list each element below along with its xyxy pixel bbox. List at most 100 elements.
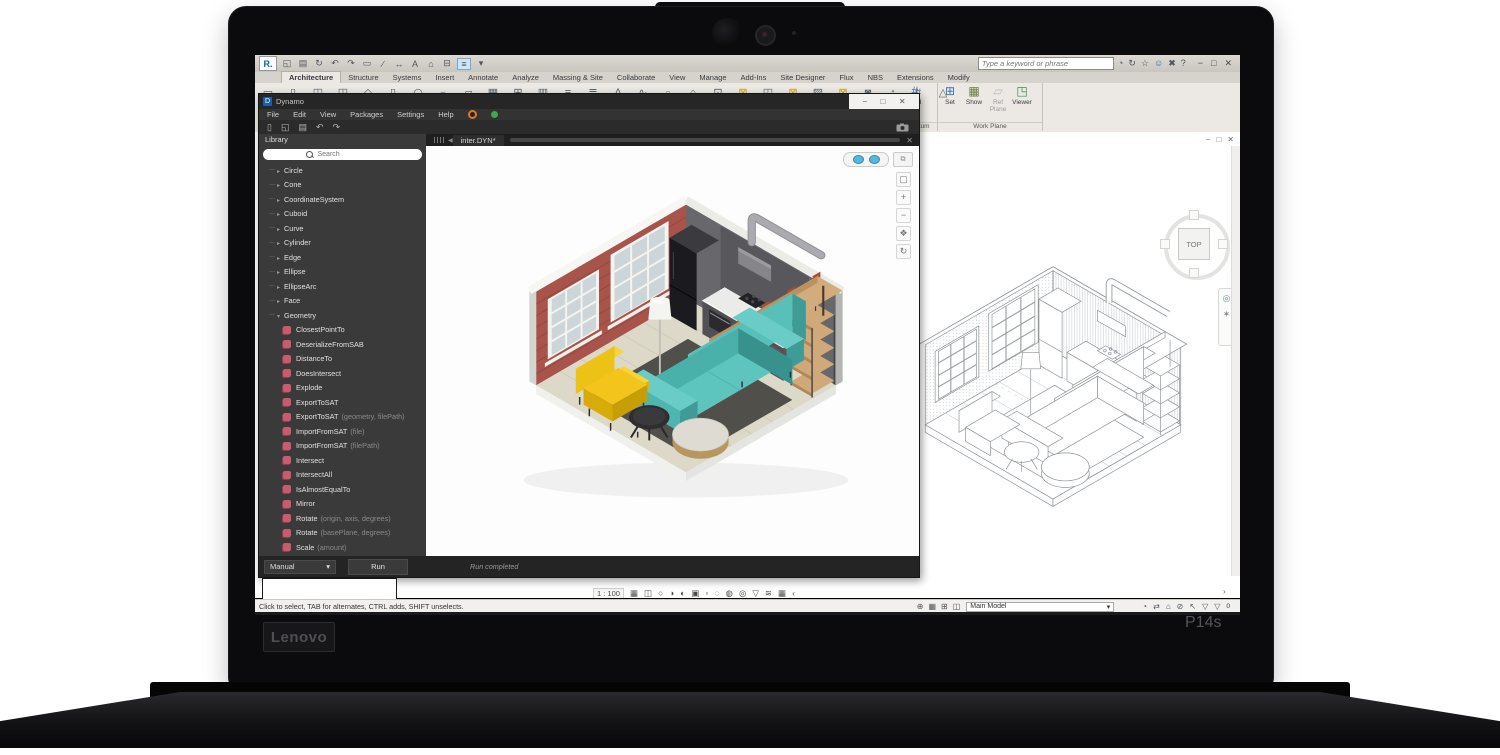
qat-icon[interactable]: ≡: [457, 57, 471, 70]
ribbon-tab[interactable]: NBS: [861, 72, 890, 83]
work-plane-button[interactable]: ⊞ Set: [938, 83, 962, 106]
selection-toggle-icon[interactable]: ▽: [1202, 602, 1208, 611]
work-plane-button[interactable]: ▦ Show: [962, 83, 986, 106]
library-item[interactable]: EllipseArc: [259, 279, 426, 294]
library-item[interactable]: IsAlmostEqualTo: [259, 482, 426, 497]
ribbon-tab[interactable]: Site Designer: [773, 72, 832, 83]
dynamo-3d-preview-canvas[interactable]: ⧉ ▢ + − ❖ ↻: [426, 146, 919, 556]
selection-toggle-icon[interactable]: ▽: [1214, 602, 1220, 611]
window-control-button[interactable]: −: [1198, 58, 1203, 69]
library-item[interactable]: Mirror: [259, 497, 426, 512]
ribbon-tab[interactable]: Insert: [428, 72, 461, 83]
qat-icon[interactable]: ⌂: [425, 59, 437, 69]
qat-icon[interactable]: ∕: [377, 59, 389, 69]
notification-badge-icon[interactable]: [467, 110, 477, 119]
graph-view-switch-icon[interactable]: ⧉: [893, 152, 913, 167]
view-control-icon[interactable]: ▫: [705, 588, 708, 599]
ribbon-tab[interactable]: Structure: [341, 72, 385, 83]
library-item[interactable]: IntersectAll: [259, 468, 426, 483]
library-item[interactable]: Explode: [259, 381, 426, 396]
work-plane-button[interactable]: ◳ Viewer: [1010, 83, 1034, 106]
scroll-right-arrow[interactable]: ›: [1223, 587, 1226, 596]
tab-scroll-strip[interactable]: [509, 138, 901, 142]
search-input[interactable]: [977, 57, 1114, 70]
library-collapse-strip[interactable]: [434, 137, 444, 143]
viewcube[interactable]: TOP: [1160, 210, 1230, 280]
ribbon-tab[interactable]: Annotate: [461, 72, 505, 83]
view-control-icon[interactable]: ◌: [714, 588, 719, 599]
ribbon-tab[interactable]: Manage: [692, 72, 733, 83]
library-item[interactable]: Intersect: [259, 453, 426, 468]
work-plane-button[interactable]: ▱ Ref Plane: [986, 83, 1010, 113]
view-control-icon[interactable]: ▽: [752, 588, 759, 599]
view-window-control[interactable]: −: [1206, 135, 1211, 144]
navigation-bar-icon[interactable]: ◎: [1223, 293, 1231, 304]
ribbon-tab[interactable]: Modify: [941, 72, 977, 83]
view-control-icon[interactable]: ≋: [765, 588, 772, 599]
ribbon-tab[interactable]: Flux: [832, 72, 860, 83]
ribbon-tab[interactable]: Systems: [386, 72, 429, 83]
view-control-icon[interactable]: ◐: [680, 588, 685, 599]
status-icon[interactable]: ◫: [953, 602, 961, 611]
canvas-nav-icon[interactable]: +: [896, 190, 911, 205]
ribbon-tab[interactable]: Architecture: [281, 71, 342, 83]
library-item[interactable]: Cone: [259, 178, 426, 193]
qat-icon[interactable]: ◱: [281, 58, 293, 69]
view-control-icon[interactable]: ◎: [739, 588, 746, 599]
dynamo-menu-item[interactable]: Help: [438, 110, 453, 119]
library-item[interactable]: Geometry: [259, 308, 426, 323]
view-scale[interactable]: 1 : 100: [593, 587, 624, 598]
library-item[interactable]: Curve: [259, 221, 426, 236]
dynamo-menu-item[interactable]: View: [320, 110, 336, 119]
library-item[interactable]: ImportFromSAT (filePath): [259, 439, 426, 454]
dynamo-window-control[interactable]: □: [881, 97, 886, 106]
qat-icon[interactable]: ↻: [313, 58, 325, 69]
ribbon-tab[interactable]: Collaborate: [610, 72, 662, 83]
ribbon-tab[interactable]: Add-Ins: [734, 72, 774, 83]
titlebar-icon[interactable]: ◔: [1118, 58, 1123, 69]
revit-logo[interactable]: R.: [259, 56, 277, 71]
selection-toggle-icon[interactable]: ⇄: [1153, 602, 1160, 611]
titlebar-icon[interactable]: ↻: [1128, 58, 1136, 69]
selection-toggle-icon[interactable]: ↖: [1189, 602, 1196, 611]
status-icon[interactable]: ▦: [928, 602, 936, 611]
library-item[interactable]: Rotate (origin, axis, degrees): [259, 511, 426, 526]
library-item[interactable]: Cylinder: [259, 236, 426, 251]
canvas-nav-icon[interactable]: ↻: [896, 244, 911, 259]
canvas-nav-icon[interactable]: ▢: [896, 172, 911, 187]
view-control-icon[interactable]: ▣: [691, 588, 699, 599]
qat-icon[interactable]: ▤: [297, 58, 309, 69]
canvas-nav-icon[interactable]: ❖: [896, 226, 911, 241]
library-item[interactable]: Edge: [259, 250, 426, 265]
navigation-bar-icon[interactable]: ✶: [1223, 309, 1231, 320]
library-item[interactable]: Scale (amount): [259, 540, 426, 555]
dynamo-toolbar-icon[interactable]: ▤: [298, 122, 307, 133]
titlebar-icon[interactable]: ?: [1181, 58, 1186, 69]
dynamo-toolbar-icon[interactable]: ↷: [333, 122, 341, 133]
canvas-nav-icon[interactable]: −: [896, 208, 911, 223]
library-item[interactable]: ImportFromSAT (file): [259, 424, 426, 439]
workspace-tab[interactable]: inter.DYN*: [452, 134, 504, 146]
qat-icon[interactable]: ↔: [393, 59, 405, 69]
titlebar-icon[interactable]: ☺: [1154, 58, 1163, 69]
view-control-icon[interactable]: ▦: [630, 588, 638, 599]
status-icon[interactable]: ⊞: [941, 602, 948, 611]
run-mode-dropdown[interactable]: Manual ▾: [264, 559, 336, 574]
qat-icon[interactable]: ▾: [475, 58, 487, 69]
selection-toggle-icon[interactable]: ⊘: [1177, 602, 1184, 611]
library-item[interactable]: DistanceTo: [259, 352, 426, 367]
view-control-icon[interactable]: ○: [658, 588, 663, 599]
titlebar-icon[interactable]: ☆: [1141, 58, 1149, 69]
library-item[interactable]: DeserializeFromSAB: [259, 337, 426, 352]
titlebar-icon[interactable]: ✖: [1168, 58, 1176, 69]
library-item[interactable]: CoordinateSystem: [259, 192, 426, 207]
qat-icon[interactable]: ▭: [361, 58, 373, 69]
ribbon-tab[interactable]: Analyze: [505, 72, 546, 83]
export-image-camera-icon[interactable]: [896, 123, 909, 132]
library-item[interactable]: Cuboid: [259, 207, 426, 222]
ribbon-tab[interactable]: View: [662, 72, 692, 83]
window-control-button[interactable]: □: [1211, 58, 1216, 69]
qat-icon[interactable]: ↶: [329, 58, 341, 69]
dynamo-menu-item[interactable]: Edit: [293, 110, 306, 119]
dynamo-toolbar-icon[interactable]: ▯: [267, 122, 272, 133]
